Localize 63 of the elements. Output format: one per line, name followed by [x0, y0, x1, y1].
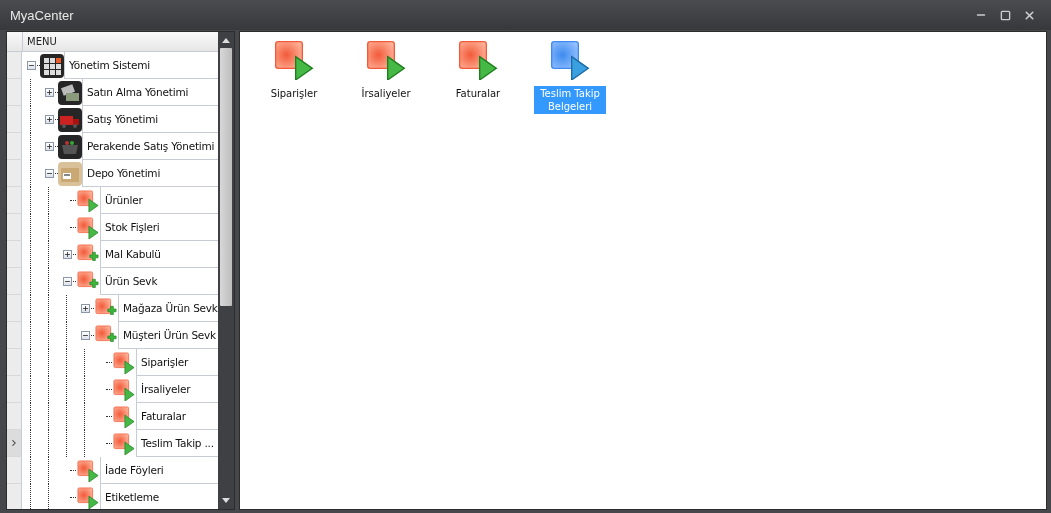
row-indicator[interactable]: [7, 457, 22, 484]
truck-icon: [58, 107, 82, 132]
plus-icon: [45, 116, 53, 123]
scroll-thumb[interactable]: [220, 48, 232, 306]
collapse-button[interactable]: [44, 169, 54, 178]
plus-icon: [45, 89, 53, 96]
row-indicator[interactable]: [7, 268, 22, 295]
minus-icon: [81, 332, 89, 339]
window-title: MyaCenter: [10, 7, 75, 23]
column-title: MENU: [26, 35, 57, 49]
row-indicator[interactable]: [7, 133, 22, 160]
scroll-up-icon[interactable]: [221, 36, 231, 44]
play-document-icon: [458, 40, 498, 80]
collapse-button[interactable]: [26, 61, 36, 70]
plus-icon: [63, 251, 71, 258]
play-document-icon: [274, 40, 314, 80]
box-icon: [58, 161, 82, 186]
row-indicator[interactable]: [7, 160, 22, 187]
play-document-icon: [550, 40, 590, 80]
scrollbar[interactable]: [218, 32, 234, 509]
minus-icon: [27, 62, 35, 69]
row-indicator[interactable]: [7, 349, 22, 376]
basket-icon: [58, 134, 82, 159]
row-indicator[interactable]: [7, 376, 22, 403]
play-document-icon: [77, 189, 99, 212]
tile-label[interactable]: Faturalar: [453, 86, 503, 101]
row-indicator[interactable]: [7, 322, 22, 349]
tile-label[interactable]: İrsaliyeler: [359, 86, 413, 101]
row-indicator[interactable]: [7, 241, 22, 268]
play-document-icon: [113, 432, 135, 455]
row-indicator[interactable]: [7, 430, 22, 457]
tile-label[interactable]: Siparişler: [268, 86, 320, 101]
collapse-button[interactable]: [62, 277, 72, 286]
row-indicator[interactable]: [7, 403, 22, 430]
play-document-icon: [77, 216, 99, 239]
expand-button[interactable]: [62, 250, 72, 259]
play-document-icon: [77, 486, 99, 509]
close-icon: [1022, 8, 1036, 22]
minus-icon: [45, 170, 53, 177]
expand-button[interactable]: [44, 115, 54, 124]
row-indicator[interactable]: [7, 484, 22, 509]
expand-button[interactable]: [44, 142, 54, 151]
maximize-icon: [999, 9, 1011, 21]
tags-icon: [58, 80, 82, 105]
row-indicator[interactable]: [7, 295, 22, 322]
scroll-down-icon[interactable]: [221, 497, 231, 505]
collapse-button[interactable]: [80, 331, 90, 340]
play-document-icon: [77, 459, 99, 482]
chevron-right-icon: [9, 438, 19, 448]
grid-icon: [40, 53, 64, 78]
play-document-icon: [113, 351, 135, 374]
minus-icon: [63, 278, 71, 285]
plus-icon: [45, 143, 53, 150]
plus-icon: [81, 305, 89, 312]
row-indicator[interactable]: [7, 106, 22, 133]
row-indicator[interactable]: [7, 187, 22, 214]
expand-button[interactable]: [80, 304, 90, 313]
play-document-icon: [366, 40, 406, 80]
play-document-icon: [113, 405, 135, 428]
expand-button[interactable]: [44, 88, 54, 97]
row-indicator[interactable]: [7, 214, 22, 241]
play-document-icon: [113, 378, 135, 401]
row-indicator[interactable]: [7, 79, 22, 106]
